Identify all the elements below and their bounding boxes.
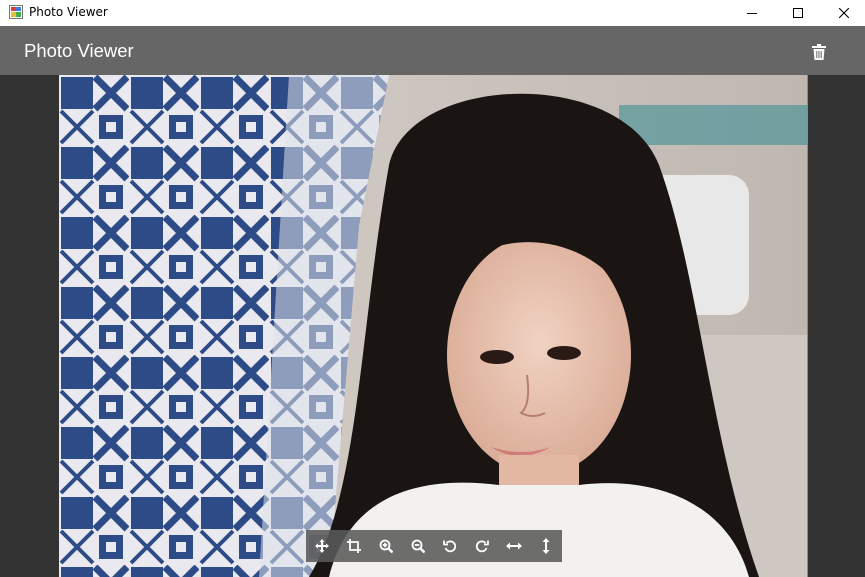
zoom-out-button[interactable]	[402, 530, 434, 562]
flip-horizontal-icon	[506, 542, 522, 550]
app-header: Photo Viewer	[0, 26, 865, 75]
page-title: Photo Viewer	[24, 40, 134, 61]
rotate-left-icon	[443, 540, 457, 553]
window-title-bar: Photo Viewer	[0, 0, 865, 26]
move-icon	[315, 539, 329, 553]
trash-icon	[812, 44, 826, 60]
delete-button[interactable]	[808, 41, 830, 63]
window-title: Photo Viewer	[29, 5, 108, 19]
image-viewer[interactable]	[0, 75, 865, 577]
maximize-button[interactable]	[775, 0, 821, 26]
flip-vertical-button[interactable]	[530, 530, 562, 562]
rotate-right-icon	[475, 540, 489, 553]
zoom-out-icon	[411, 539, 425, 553]
flip-vertical-icon	[542, 538, 550, 554]
zoom-in-icon	[379, 539, 393, 553]
image-toolbar	[306, 530, 562, 562]
photo[interactable]	[59, 75, 808, 577]
move-button[interactable]	[306, 530, 338, 562]
close-icon	[839, 8, 849, 18]
maximize-icon	[793, 8, 803, 18]
app-icon	[9, 5, 23, 19]
zoom-in-button[interactable]	[370, 530, 402, 562]
rotate-left-button[interactable]	[434, 530, 466, 562]
crop-button[interactable]	[338, 530, 370, 562]
close-button[interactable]	[821, 0, 865, 26]
crop-icon	[347, 539, 361, 553]
minimize-button[interactable]	[729, 0, 775, 26]
photo-image	[59, 75, 807, 577]
rotate-right-button[interactable]	[466, 530, 498, 562]
flip-horizontal-button[interactable]	[498, 530, 530, 562]
minimize-icon	[747, 13, 757, 14]
